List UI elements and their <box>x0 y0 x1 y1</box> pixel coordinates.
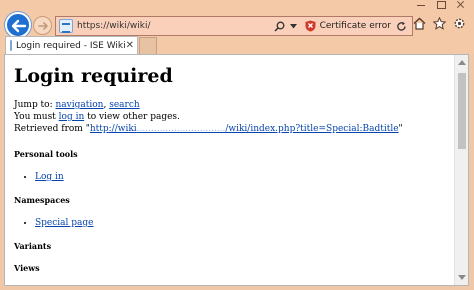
new-tab-button[interactable] <box>139 37 157 54</box>
jump-to-line: Jump to: navigation, search <box>14 99 455 111</box>
refresh-icon[interactable] <box>394 18 408 34</box>
search-icon[interactable] <box>273 18 287 34</box>
shield-error-icon[interactable] <box>305 20 316 32</box>
address-url[interactable]: https://wiki/wiki/ <box>77 21 273 31</box>
chevron-down-icon[interactable] <box>287 18 301 34</box>
tab-title: Login required - ISE Wiki <box>16 40 126 51</box>
address-bar[interactable]: https://wiki/wiki/ Certificate error <box>55 16 413 36</box>
close-icon[interactable]: ✕ <box>126 40 134 51</box>
retrieved-suffix: " <box>398 124 403 134</box>
browser-toolbar <box>412 16 466 30</box>
retrieved-url-end: /wiki/index.php?title=Special:Badtitle <box>225 124 399 134</box>
star-icon[interactable] <box>432 16 446 30</box>
scroll-up-icon[interactable] <box>458 60 466 65</box>
arrow-left-icon <box>11 19 27 33</box>
close-window-icon[interactable] <box>456 0 466 8</box>
list-item: Special page <box>35 217 455 229</box>
login-notice-suffix: to view other pages. <box>84 112 180 122</box>
jump-to-label: Jump to: <box>14 100 56 110</box>
retrieved-url-link[interactable]: http://wiki.............................… <box>90 124 399 134</box>
retrieved-prefix: Retrieved from " <box>14 124 90 134</box>
namespaces-list: Special page <box>14 217 455 229</box>
variants-heading: Variants <box>14 241 52 251</box>
tab-row: Login required - ISE Wiki ✕ <box>0 36 474 54</box>
tab-login-required[interactable]: Login required - ISE Wiki ✕ <box>5 36 138 54</box>
scroll-down-icon[interactable] <box>458 275 466 280</box>
list-item: Log in <box>35 171 455 183</box>
personal-tools-list: Log in <box>14 171 455 183</box>
page-viewport: Login required Jump to: navigation, sear… <box>4 54 469 286</box>
gear-icon[interactable] <box>452 16 466 30</box>
personal-tools-heading: Personal tools <box>14 149 78 159</box>
arrow-right-icon <box>38 22 48 30</box>
special-page-link[interactable]: Special page <box>35 218 94 228</box>
scroll-thumb[interactable] <box>458 73 466 149</box>
search-link[interactable]: search <box>109 100 139 110</box>
namespaces-heading: Namespaces <box>14 195 70 205</box>
forward-button[interactable] <box>33 16 52 35</box>
personal-log-in-link[interactable]: Log in <box>35 172 64 182</box>
views-heading: Views <box>14 263 40 273</box>
vertical-scrollbar[interactable] <box>454 55 468 285</box>
tab-favicon-icon <box>10 40 12 51</box>
wiki-page: Login required Jump to: navigation, sear… <box>5 55 455 285</box>
window-controls <box>416 0 466 10</box>
certificate-error-label[interactable]: Certificate error <box>320 21 391 31</box>
retrieved-url-start: http://wiki <box>89 124 137 134</box>
retrieved-url-redacted: ............................... <box>136 124 226 134</box>
back-button[interactable] <box>5 12 31 38</box>
login-notice-line: You must log in to view other pages. <box>14 111 455 123</box>
retrieved-from-line: Retrieved from "http://wiki.............… <box>14 123 455 135</box>
browser-chrome: https://wiki/wiki/ Certificate error Log… <box>0 0 474 54</box>
minimize-icon[interactable] <box>416 0 426 8</box>
navigation-link[interactable]: navigation <box>56 100 104 110</box>
log-in-link[interactable]: log in <box>59 112 85 122</box>
maximize-icon[interactable] <box>436 0 446 9</box>
site-favicon-icon <box>59 19 73 33</box>
login-notice-prefix: You must <box>14 112 59 122</box>
page-title: Login required <box>14 65 173 87</box>
home-icon[interactable] <box>412 16 426 30</box>
